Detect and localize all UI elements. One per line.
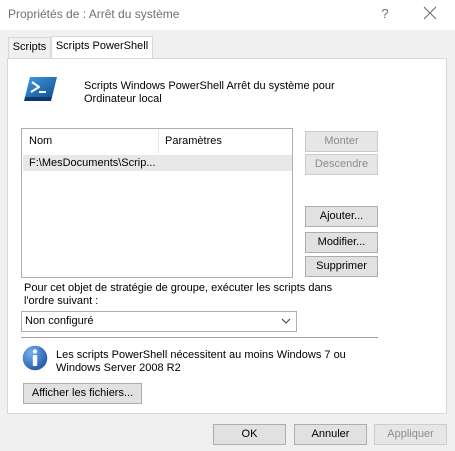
list-item[interactable]: F:\MesDocuments\Scrip...: [23, 155, 292, 171]
list-header: Nom Paramètres: [22, 129, 292, 153]
add-button[interactable]: Ajouter...: [305, 206, 378, 227]
info-icon: [21, 344, 49, 372]
info-text: Les scripts PowerShell nécessitent au mo…: [56, 349, 346, 374]
tab-scripts-label: Scripts: [12, 41, 47, 53]
order-select[interactable]: Non configuré: [21, 311, 297, 332]
column-header-params[interactable]: Paramètres: [158, 129, 292, 153]
divider: [21, 337, 378, 338]
list-item-name: F:\MesDocuments\Scrip...: [29, 157, 156, 169]
help-icon: ?: [381, 6, 389, 21]
close-button[interactable]: [418, 3, 442, 25]
move-up-button[interactable]: Monter: [305, 131, 378, 152]
ok-button[interactable]: OK: [213, 424, 286, 445]
tab-panel: Scripts Windows PowerShell Arrêt du syst…: [7, 58, 447, 414]
scripts-list[interactable]: Nom Paramètres F:\MesDocuments\Scrip...: [21, 128, 293, 278]
apply-button[interactable]: Appliquer: [374, 424, 447, 445]
close-icon: [423, 6, 437, 20]
panel-description: Scripts Windows PowerShell Arrêt du syst…: [84, 80, 335, 105]
order-label: Pour cet objet de stratégie de groupe, e…: [24, 282, 333, 307]
move-down-button[interactable]: Descendre: [305, 154, 378, 175]
chevron-down-icon: [281, 318, 291, 324]
show-files-button[interactable]: Afficher les fichiers...: [23, 383, 142, 404]
tab-scripts[interactable]: Scripts: [8, 37, 51, 58]
tab-scripts-powershell-label: Scripts PowerShell: [55, 40, 149, 52]
tab-scripts-powershell[interactable]: Scripts PowerShell: [51, 36, 153, 58]
order-select-value: Non configuré: [25, 315, 94, 327]
remove-button[interactable]: Supprimer: [305, 256, 378, 277]
cancel-button[interactable]: Annuler: [294, 424, 367, 445]
edit-button[interactable]: Modifier...: [305, 232, 378, 253]
window-title: Propriétés de : Arrêt du système: [8, 7, 180, 21]
help-button[interactable]: ?: [374, 3, 396, 25]
powershell-icon: [24, 77, 57, 101]
title-bar: Propriétés de : Arrêt du système ?: [0, 0, 455, 30]
column-header-name[interactable]: Nom: [22, 129, 158, 153]
